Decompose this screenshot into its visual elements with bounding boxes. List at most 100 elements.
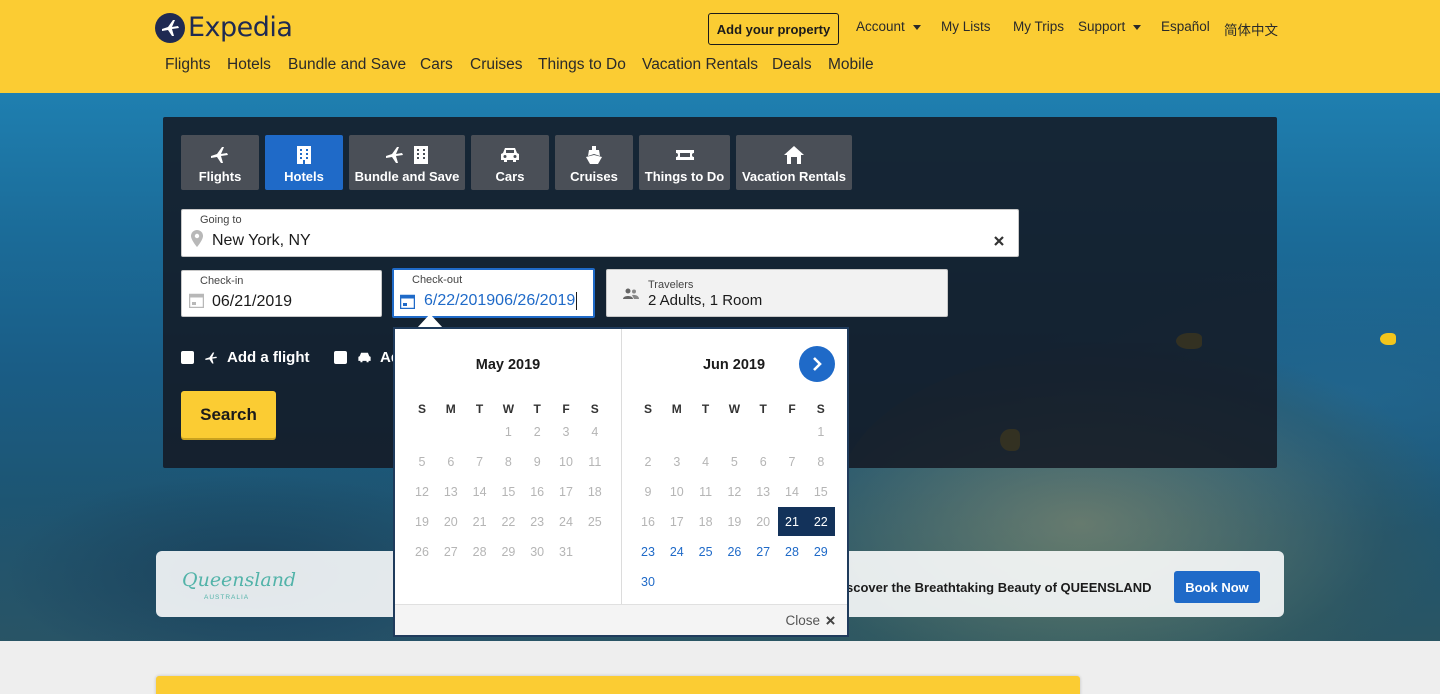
nav-vacation-rentals[interactable]: Vacation Rentals: [642, 56, 758, 74]
fish-decoration: [1380, 333, 1396, 345]
add-car-checkbox[interactable]: [334, 351, 347, 364]
next-month-button[interactable]: [799, 346, 835, 382]
nav-cruises[interactable]: Cruises: [470, 56, 523, 74]
support-label: Support: [1078, 19, 1126, 34]
calendar-day: 25: [587, 514, 602, 529]
calendar-day: 9: [644, 484, 652, 499]
search-button[interactable]: Search: [181, 391, 276, 438]
language-espanol-link[interactable]: Español: [1161, 19, 1210, 34]
calendar-day[interactable]: 26: [720, 537, 749, 566]
close-icon: [826, 616, 835, 625]
tab-vacation-rentals[interactable]: Vacation Rentals: [736, 135, 852, 190]
calendar-day: 14: [785, 484, 799, 499]
add-car-option[interactable]: Ad: [334, 349, 400, 366]
calendar-day[interactable]: 24: [662, 537, 691, 566]
bundle-icon: [384, 144, 430, 166]
nav-cars[interactable]: Cars: [420, 56, 453, 74]
calendar-day[interactable]: 25: [691, 537, 720, 566]
weekday-header: W: [502, 402, 515, 416]
calendar-day: 16: [641, 514, 655, 529]
calendar-day: 8: [817, 454, 825, 469]
calendar-day: 1: [504, 424, 512, 439]
weekday-header: T: [759, 402, 767, 416]
cruise-icon: [584, 144, 604, 166]
calendar-day: 21: [472, 514, 487, 529]
calendar-day[interactable]: 23: [634, 537, 663, 566]
calendar-day: 24: [559, 514, 573, 529]
clear-icon[interactable]: [994, 233, 1004, 251]
weekday-header: S: [417, 402, 426, 416]
calendar-icon: [188, 293, 205, 313]
check-in-input[interactable]: 06/21/2019: [212, 293, 292, 311]
my-trips-link[interactable]: My Trips: [1013, 19, 1064, 34]
close-calendar-button[interactable]: Close: [785, 613, 835, 628]
weekday-header: S: [643, 402, 652, 416]
account-label: Account: [856, 19, 905, 34]
tab-hotels[interactable]: Hotels: [265, 135, 343, 190]
expedia-logo[interactable]: Expedia: [155, 12, 293, 43]
calendar-day: 8: [504, 454, 512, 469]
nav-deals[interactable]: Deals: [772, 56, 812, 74]
tab-flights[interactable]: Flights: [181, 135, 259, 190]
travelers-value: 2 Adults, 1 Room: [648, 292, 763, 309]
chevron-right-icon: [811, 356, 823, 377]
weekday-header: S: [590, 402, 599, 416]
weekday-header: F: [562, 402, 570, 416]
nav-flights[interactable]: Flights: [165, 56, 211, 74]
tab-things-to-do[interactable]: Things to Do: [639, 135, 730, 190]
calendar-day: 1: [817, 424, 825, 439]
check-in-label: Check-in: [200, 275, 244, 287]
nav-bundle-and-save[interactable]: Bundle and Save: [288, 56, 406, 74]
check-out-field[interactable]: Check-out 6/22/201906/26/2019: [392, 268, 595, 318]
tab-cruises[interactable]: Cruises: [555, 135, 633, 190]
tab-label: Cruises: [570, 169, 618, 184]
add-flight-checkbox[interactable]: [181, 351, 194, 364]
check-in-field[interactable]: Check-in 06/21/2019: [181, 270, 382, 317]
calendar-day[interactable]: 30: [634, 567, 663, 596]
going-to-input[interactable]: New York, NY: [212, 232, 311, 250]
add-property-button[interactable]: Add your property: [708, 13, 839, 45]
logo-text: Expedia: [188, 12, 293, 43]
calendar-day[interactable]: 27: [749, 537, 778, 566]
house-icon: [783, 144, 805, 166]
calendar-day: 31: [559, 544, 573, 559]
check-out-input[interactable]: 6/22/201906/26/2019: [424, 292, 578, 310]
calendar-day[interactable]: 28: [778, 537, 807, 566]
nav-things-to-do[interactable]: Things to Do: [538, 56, 626, 74]
tab-bundle-and-save[interactable]: Bundle and Save: [349, 135, 465, 190]
add-flight-label: Add a flight: [227, 349, 310, 366]
account-menu[interactable]: Account: [856, 19, 921, 34]
calendar-icon: [399, 294, 416, 314]
language-chinese-link[interactable]: 简体中文: [1224, 19, 1278, 39]
calendar-day: 20: [756, 514, 771, 529]
calendar-day: 17: [669, 514, 684, 529]
nav-hotels[interactable]: Hotels: [227, 56, 271, 74]
book-now-button[interactable]: Book Now: [1174, 571, 1260, 603]
going-to-field[interactable]: Going to New York, NY: [181, 209, 1019, 257]
calendar-day: 2: [644, 454, 652, 469]
calendar-day[interactable]: 22: [806, 507, 836, 536]
calendar-day: 13: [756, 484, 771, 499]
my-lists-link[interactable]: My Lists: [941, 19, 991, 34]
nav-mobile[interactable]: Mobile: [828, 56, 874, 74]
calendar-day: 4: [591, 424, 599, 439]
calendar-day: 19: [415, 514, 429, 529]
calendar-day: 5: [730, 454, 738, 469]
calendar-day[interactable]: 21: [777, 507, 807, 536]
car-icon: [499, 144, 521, 166]
chevron-down-icon: [1133, 25, 1142, 30]
calendar-day: 6: [447, 454, 455, 469]
calendar-day[interactable]: 29: [806, 537, 835, 566]
travelers-field[interactable]: Travelers 2 Adults, 1 Room: [606, 269, 948, 317]
queensland-logo-sub: AUSTRALIA: [204, 594, 250, 601]
site-header: Expedia Add your property Account My Lis…: [0, 0, 1440, 93]
tab-cars[interactable]: Cars: [471, 135, 549, 190]
calendar-day: 28: [472, 544, 487, 559]
calendar-day: 7: [788, 454, 796, 469]
calendar-day: 16: [530, 484, 545, 499]
calendar-day: 10: [559, 454, 573, 469]
support-menu[interactable]: Support: [1078, 19, 1142, 34]
car-icon: [357, 351, 372, 364]
calendar-day: 7: [476, 454, 484, 469]
add-flight-option[interactable]: Add a flight: [181, 349, 310, 366]
